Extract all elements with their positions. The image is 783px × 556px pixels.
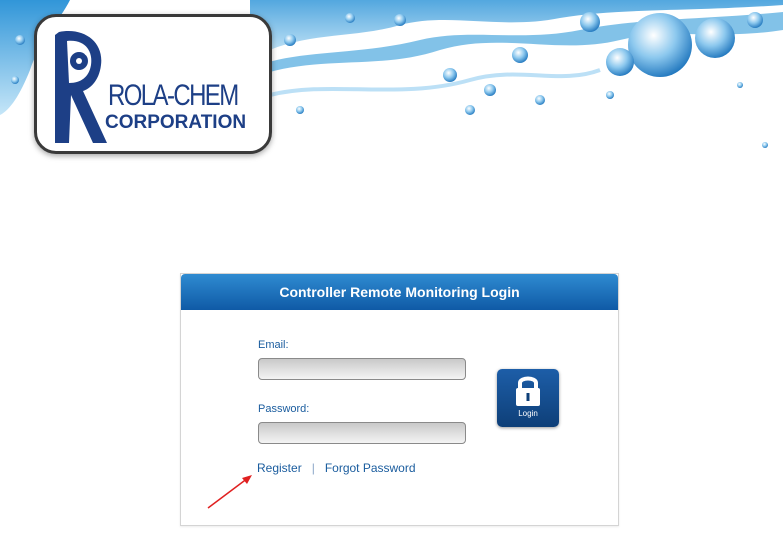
login-button-label: Login — [518, 409, 538, 418]
email-label: Email: — [258, 339, 289, 351]
login-button[interactable]: Login — [497, 369, 559, 427]
email-field[interactable] — [259, 359, 477, 379]
password-field-wrapper — [258, 422, 477, 444]
email-field-wrapper — [258, 358, 477, 380]
forgot-password-link[interactable]: Forgot Password — [325, 461, 416, 475]
padlock-icon — [516, 376, 540, 406]
rola-chem-logo: ROLA-CHEM CORPORATION — [34, 14, 272, 154]
logo-r-emblem-icon — [55, 31, 107, 143]
annotation-arrow-icon — [207, 475, 252, 509]
login-panel-header: Controller Remote Monitoring Login — [181, 274, 618, 310]
logo-wordmark: ROLA-CHEM — [108, 79, 239, 112]
logo-corporation-text: CORPORATION — [105, 112, 247, 133]
register-link[interactable]: Register — [257, 461, 302, 475]
link-separator: | — [311, 461, 315, 475]
login-panel-title: Controller Remote Monitoring Login — [279, 284, 520, 300]
password-label: Password: — [258, 403, 310, 415]
password-field[interactable] — [259, 423, 477, 443]
login-links: Register | Forgot Password — [257, 461, 416, 475]
